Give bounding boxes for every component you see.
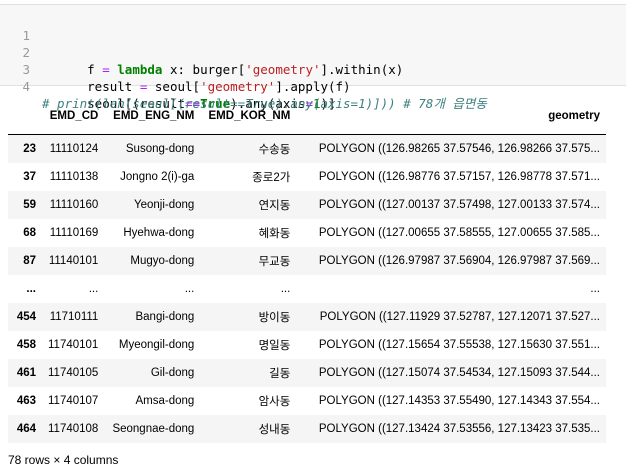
- cell-emd-kor-nm: 길동: [269, 368, 291, 380]
- cell-emd-cd: 11110160: [49, 199, 99, 211]
- table-row: 463 11740107 Amsa-dong 암사동 POLYGON ((127.143…: [8, 387, 606, 415]
- cell-emd-kor-nm: 무교동: [258, 256, 291, 268]
- cell-emd-kor-nm: 암사동: [258, 396, 291, 408]
- cell-emd-kor-nm: 수송동: [258, 144, 291, 156]
- line-number: 4: [22, 79, 30, 94]
- cell-emd-eng-nm: Hyehwa-dong: [123, 227, 195, 239]
- cell-geometry: POLYGON ((127.00655 37.58555, 127.00655 …: [318, 227, 600, 239]
- cell-geometry: ...: [590, 283, 600, 295]
- dataframe-table: EMD_CD EMD_ENG_NM EMD_KOR_NM geometry 23…: [8, 98, 606, 443]
- cell-emd-eng-nm: Jongno 2(i)-ga: [120, 171, 195, 183]
- cell-geometry: POLYGON ((127.14353 37.55490, 127.14343 …: [318, 395, 600, 407]
- cell-geometry: POLYGON ((126.98776 37.57157, 126.98778 …: [318, 171, 600, 183]
- column-header-emd-cd: EMD_CD: [42, 98, 105, 135]
- table-row: 87 11140101 Mugyo-dong 무교동 POLYGON ((126.979…: [8, 247, 606, 275]
- cell-emd-kor-nm: 방이동: [258, 312, 291, 324]
- row-index: 87: [23, 255, 36, 267]
- cell-emd-cd: 11110124: [49, 143, 99, 155]
- cell-emd-cd: ...: [88, 283, 99, 295]
- row-index: 461: [16, 367, 36, 379]
- cell-geometry: POLYGON ((127.15074 37.54534, 127.15093 …: [318, 367, 600, 379]
- code-line-3: 3 seoul[(result==True).any(axis=1)]: [0, 44, 620, 111]
- cell-geometry: POLYGON ((127.13424 37.53556, 127.13423 …: [318, 423, 600, 435]
- row-index: 463: [16, 395, 36, 407]
- cell-emd-cd: 11110138: [49, 171, 99, 183]
- row-index: 59: [23, 199, 36, 211]
- table-row: 454 11710111 Bangi-dong 방이동 POLYGON ((127.11…: [8, 303, 606, 331]
- row-index: 454: [16, 311, 36, 323]
- cell-emd-eng-nm: Susong-dong: [125, 143, 195, 155]
- table-row: 37 11110138 Jongno 2(i)-ga 종로2가 POLYGON ((12…: [8, 163, 606, 191]
- cell-emd-eng-nm: ...: [184, 283, 195, 295]
- cell-emd-cd: 11110169: [49, 227, 99, 239]
- row-index: 68: [23, 227, 36, 239]
- table-row: 461 11740105 Gil-dong 길동 POLYGON ((127.15074…: [8, 359, 606, 387]
- cell-emd-eng-nm: Myeongil-dong: [118, 339, 195, 351]
- cell-emd-eng-nm: Yeonji-dong: [133, 199, 195, 211]
- cell-emd-kor-nm: ...: [280, 283, 291, 295]
- code-cell[interactable]: 1 f = lambda x: burger['geometry'].withi…: [0, 4, 626, 111]
- code-line-4: 4 # print(len(seoul[(result==True).any(a…: [0, 61, 620, 111]
- table-row: 458 11740101 Myeongil-dong 명일동 POLYGON ((127…: [8, 331, 606, 359]
- cell-emd-kor-nm: 혜화동: [258, 228, 291, 240]
- table-row: 68 11110169 Hyehwa-dong 혜화동 POLYGON ((127.00…: [8, 219, 606, 247]
- cell-emd-cd: 11740101: [48, 339, 99, 351]
- cell-geometry: POLYGON ((127.00137 37.57498, 127.00133 …: [318, 199, 600, 211]
- cell-emd-cd: 11740108: [48, 423, 99, 435]
- cell-geometry: POLYGON ((126.97987 37.56904, 126.97987 …: [318, 255, 600, 267]
- cell-emd-eng-nm: Amsa-dong: [135, 395, 195, 407]
- column-header-geometry: geometry: [296, 98, 606, 135]
- row-count-summary: 78 rows × 4 columns: [8, 453, 119, 467]
- cell-geometry: POLYGON ((126.98265 37.57546, 126.98266 …: [318, 143, 600, 155]
- cell-geometry: POLYGON ((127.11929 37.52787, 127.12071 …: [319, 311, 600, 323]
- cell-geometry: POLYGON ((127.15654 37.55538, 127.15630 …: [318, 339, 600, 351]
- table-row: 23 11110124 Susong-dong 수송동 POLYGON ((126.98…: [8, 134, 606, 163]
- cell-emd-eng-nm: Mugyo-dong: [130, 255, 195, 267]
- cell-emd-kor-nm: 연지동: [258, 200, 291, 212]
- cell-emd-eng-nm: Seongnae-dong: [112, 423, 195, 435]
- index-header: [8, 98, 42, 135]
- cell-emd-cd: 11140101: [48, 255, 99, 267]
- row-index: 37: [23, 171, 36, 183]
- cell-emd-eng-nm: Bangi-dong: [135, 311, 195, 323]
- code-line-1: 1 f = lambda x: burger['geometry'].withi…: [0, 10, 620, 77]
- table-row: ...............: [8, 275, 606, 303]
- table-header-row: EMD_CD EMD_ENG_NM EMD_KOR_NM geometry: [8, 98, 606, 135]
- row-index: 23: [23, 143, 36, 155]
- cell-emd-kor-nm: 종로2가: [252, 172, 291, 184]
- column-header-emd-kor-nm: EMD_KOR_NM: [200, 98, 297, 135]
- cell-emd-cd: 11740105: [48, 367, 99, 379]
- cell-emd-cd: 11710111: [49, 311, 99, 323]
- row-index: ...: [26, 283, 36, 295]
- column-header-emd-eng-nm: EMD_ENG_NM: [104, 98, 201, 135]
- code-line-2: 2 result = seoul['geometry'].apply(f): [0, 27, 620, 94]
- cell-emd-kor-nm: 명일동: [258, 340, 291, 352]
- row-index: 464: [16, 423, 36, 435]
- table-row: 464 11740108 Seongnae-dong 성내동 POLYGON ((127…: [8, 415, 606, 443]
- cell-emd-kor-nm: 성내동: [258, 424, 291, 436]
- cell-emd-eng-nm: Gil-dong: [150, 367, 195, 379]
- cell-emd-cd: 11740107: [48, 395, 99, 407]
- row-index: 458: [16, 339, 36, 351]
- table-row: 59 11110160 Yeonji-dong 연지동 POLYGON ((127.00…: [8, 191, 606, 219]
